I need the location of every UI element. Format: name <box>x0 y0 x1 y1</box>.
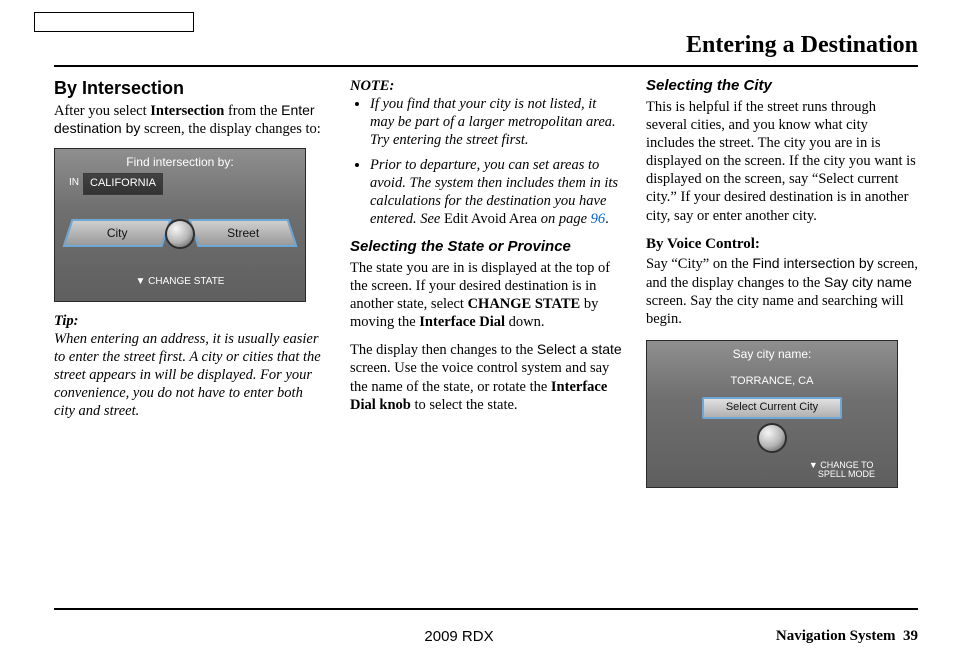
city-button[interactable]: City <box>62 219 171 247</box>
tip-body: When entering an address, it is usually … <box>54 330 326 421</box>
screen2-title: Say city name: <box>647 347 897 362</box>
city-paragraph-1: This is helpful if the street runs throu… <box>646 98 918 225</box>
page-link[interactable]: 96 <box>591 211 606 227</box>
note-list: If you find that your city is not listed… <box>350 95 622 228</box>
text-bold: Intersection <box>150 103 224 119</box>
state-row: IN CALIFORNIA <box>69 173 163 195</box>
city-display: TORRANCE, CA <box>731 375 814 389</box>
footer-section-label: Navigation System <box>776 628 896 644</box>
voice-paragraph: Say “City” on the Find intersection by s… <box>646 255 918 328</box>
text-sans: Select a state <box>537 341 622 357</box>
text: . <box>605 211 609 227</box>
text: The display then changes to the <box>350 342 537 358</box>
nav-screen-say-city: Say city name: TORRANCE, CA Select Curre… <box>646 340 898 488</box>
state-paragraph-2: The display then changes to the Select a… <box>350 341 622 414</box>
heading-by-intersection: By Intersection <box>54 77 326 100</box>
spell-mode-label[interactable]: ▼ CHANGE TO SPELL MODE <box>809 461 875 479</box>
column-2: NOTE: If you find that your city is not … <box>350 77 622 488</box>
screen1-title: Find intersection by: <box>55 155 305 170</box>
text: Say “City” on the <box>646 256 752 272</box>
column-1: By Intersection After you select Interse… <box>54 77 326 488</box>
text-roman: Edit Avoid Area <box>444 211 537 227</box>
interface-dial-icon[interactable] <box>165 219 195 249</box>
footer-right: Navigation System 39 <box>776 628 918 645</box>
text: SPELL MODE <box>818 469 875 479</box>
street-button-label: Street <box>227 225 259 240</box>
heading-selecting-state: Selecting the State or Province <box>350 238 622 257</box>
note-label: NOTE: <box>350 77 622 95</box>
note-item-1: If you find that your city is not listed… <box>370 95 622 149</box>
note-item-2: Prior to departure, you can set areas to… <box>370 156 622 229</box>
page-number: 39 <box>903 628 918 644</box>
footer-model: 2009 RDX <box>424 628 493 645</box>
text: from the <box>224 103 281 119</box>
state-box[interactable]: CALIFORNIA <box>83 173 163 195</box>
column-3: Selecting the City This is helpful if th… <box>646 77 918 488</box>
text-sans: Find intersection by <box>752 255 873 271</box>
nav-screen-find-intersection: Find intersection by: IN CALIFORNIA City… <box>54 148 306 302</box>
city-button-label: City <box>107 225 128 240</box>
text: down. <box>505 314 544 330</box>
text: on page <box>537 211 591 227</box>
intro-paragraph: After you select Intersection from the E… <box>54 102 326 138</box>
text-sans: Say city name <box>824 274 912 290</box>
footer-divider <box>54 608 918 610</box>
content-columns: By Intersection After you select Interse… <box>54 77 918 488</box>
text: screen. Say the city name and searching … <box>646 293 904 327</box>
top-empty-box <box>34 12 194 32</box>
heading-by-voice: By Voice Control: <box>646 235 918 254</box>
tip-label: Tip: <box>54 312 326 330</box>
in-label: IN <box>69 177 79 190</box>
heading-selecting-city: Selecting the City <box>646 77 918 96</box>
select-current-city-button[interactable]: Select Current City <box>702 397 842 419</box>
text: After you select <box>54 103 150 119</box>
text: to select the state. <box>411 397 518 413</box>
text-bold: Interface Dial <box>419 314 505 330</box>
text: screen, the display changes to: <box>140 121 320 137</box>
change-state-label[interactable]: ▼ CHANGE STATE <box>55 276 305 289</box>
state-paragraph-1: The state you are in is displayed at the… <box>350 259 622 332</box>
interface-dial-icon[interactable] <box>757 423 787 453</box>
street-button[interactable]: Street <box>188 219 297 247</box>
text-bold: CHANGE STATE <box>468 296 581 312</box>
